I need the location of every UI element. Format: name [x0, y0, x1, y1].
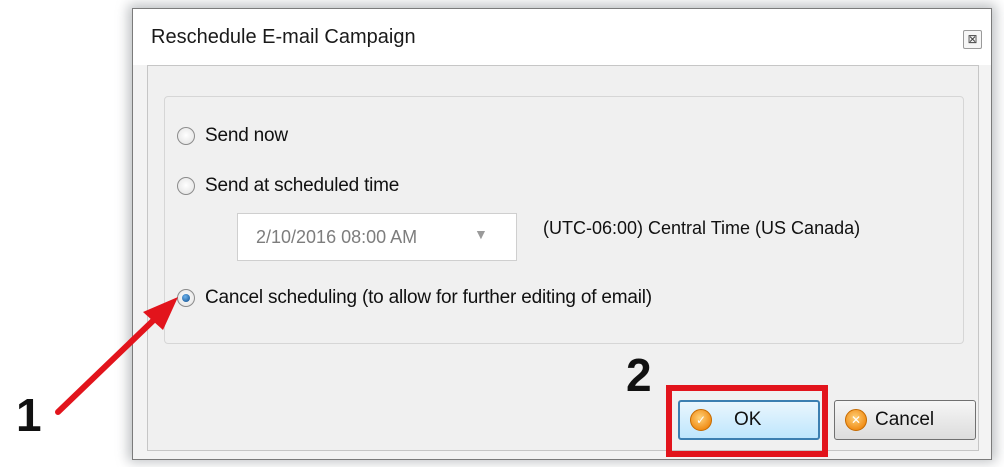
option-send-now[interactable]: Send now [177, 125, 288, 147]
timezone-label: (UTC-06:00) Central Time (US Canada) [543, 218, 861, 238]
scheduled-datetime-value: 2/10/2016 08:00 AM [256, 227, 418, 247]
dialog-titlebar: Reschedule E-mail Campaign ⊠ [133, 9, 991, 65]
dialog-body: Send now Send at scheduled time 2/10/201… [147, 65, 979, 451]
option-send-scheduled-label: Send at scheduled time [205, 175, 400, 196]
send-options-group: Send now Send at scheduled time 2/10/201… [164, 96, 964, 344]
cancel-button-label: Cancel [875, 409, 935, 430]
radio-send-scheduled[interactable] [177, 177, 195, 195]
ok-highlight-box [666, 385, 828, 457]
option-cancel-scheduling[interactable]: Cancel scheduling (to allow for further … [177, 287, 652, 309]
cancel-button[interactable]: ✕ Cancel [834, 400, 976, 440]
reschedule-dialog: Reschedule E-mail Campaign ⊠ Send now Se… [132, 8, 992, 460]
step-1-label: 1 [16, 389, 42, 441]
radio-cancel-scheduling[interactable] [177, 289, 195, 307]
x-icon: ✕ [845, 409, 867, 431]
close-icon[interactable]: ⊠ [963, 30, 982, 49]
option-send-scheduled[interactable]: Send at scheduled time [177, 175, 399, 197]
chevron-down-icon[interactable]: ▼ [474, 226, 488, 242]
radio-send-now[interactable] [177, 127, 195, 145]
option-send-now-label: Send now [205, 125, 288, 146]
option-cancel-scheduling-label: Cancel scheduling (to allow for further … [205, 287, 652, 308]
scheduled-datetime-field[interactable]: 2/10/2016 08:00 AM ▼ [237, 213, 517, 261]
dialog-title: Reschedule E-mail Campaign [151, 26, 416, 48]
step-2-label: 2 [626, 349, 652, 401]
